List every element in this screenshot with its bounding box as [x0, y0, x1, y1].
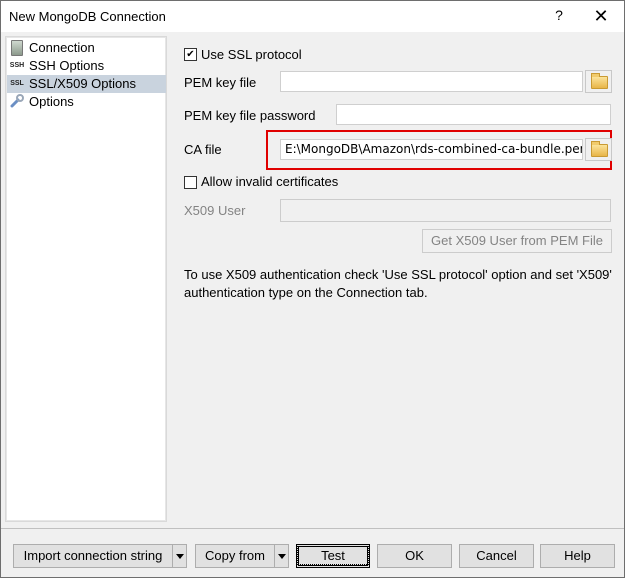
use-ssl-label: Use SSL protocol [201, 47, 302, 62]
allow-invalid-certificates-checkbox[interactable] [184, 176, 197, 189]
ssh-icon: SSH [9, 62, 25, 69]
help-title-button[interactable]: ? [549, 7, 569, 27]
x509-user-label: X509 User [184, 203, 246, 218]
test-button[interactable]: Test [296, 544, 370, 568]
x509-info-text: To use X509 authentication check 'Use SS… [184, 267, 612, 300]
ssl-icon: SSL [10, 80, 24, 87]
ca-file-browse-button[interactable] [585, 138, 612, 161]
sidebar-item-options[interactable]: Options [7, 93, 166, 111]
sidebar-item-label: Options [29, 94, 74, 109]
test-button-label: Test [297, 546, 369, 565]
copy-from-button[interactable]: Copy from [195, 544, 275, 568]
title-bar: New MongoDB Connection ? ✕ [1, 1, 624, 32]
get-x509-user-button[interactable]: Get X509 User from PEM File [422, 229, 612, 253]
pem-key-file-input[interactable] [280, 71, 583, 92]
ok-button[interactable]: OK [377, 544, 452, 568]
close-button[interactable]: ✕ [589, 5, 613, 29]
copy-from-dropdown-arrow[interactable] [274, 544, 289, 568]
folder-icon [591, 141, 608, 157]
allow-invalid-certificates-label: Allow invalid certificates [201, 174, 339, 189]
import-dropdown-arrow[interactable] [172, 544, 187, 568]
pem-key-file-browse-button[interactable] [585, 70, 612, 93]
dialog-window: New MongoDB Connection ? ✕ Connection SS… [0, 0, 625, 578]
sidebar-item-connection[interactable]: Connection [7, 39, 166, 57]
sidebar-item-label: SSH Options [29, 58, 105, 73]
server-icon [11, 40, 23, 56]
options-sidebar: Connection SSH SSH Options SSL SSL/X509 … [5, 36, 167, 522]
pem-key-password-label: PEM key file password [184, 108, 316, 123]
import-connection-string-button[interactable]: Import connection string [13, 544, 173, 568]
sidebar-item-ssl-x509-options[interactable]: SSL SSL/X509 Options [7, 75, 166, 93]
wrench-icon [10, 94, 24, 108]
folder-icon [591, 73, 608, 89]
use-ssl-checkbox[interactable]: ✔ [184, 48, 197, 61]
help-button[interactable]: Help [540, 544, 615, 568]
cancel-button[interactable]: Cancel [459, 544, 534, 568]
pem-key-file-label: PEM key file [184, 75, 257, 90]
footer-separator [1, 528, 624, 529]
window-title: New MongoDB Connection [9, 9, 166, 24]
pem-key-password-input[interactable] [336, 104, 611, 125]
sidebar-item-ssh-options[interactable]: SSH SSH Options [7, 57, 166, 75]
ca-file-label: CA file [184, 142, 222, 157]
x509-user-input[interactable] [280, 199, 611, 222]
sidebar-item-label: Connection [29, 40, 95, 55]
sidebar-item-label: SSL/X509 Options [29, 76, 136, 91]
ca-file-input[interactable]: E:\MongoDB\Amazon\rds-combined-ca-bundle… [280, 139, 583, 160]
